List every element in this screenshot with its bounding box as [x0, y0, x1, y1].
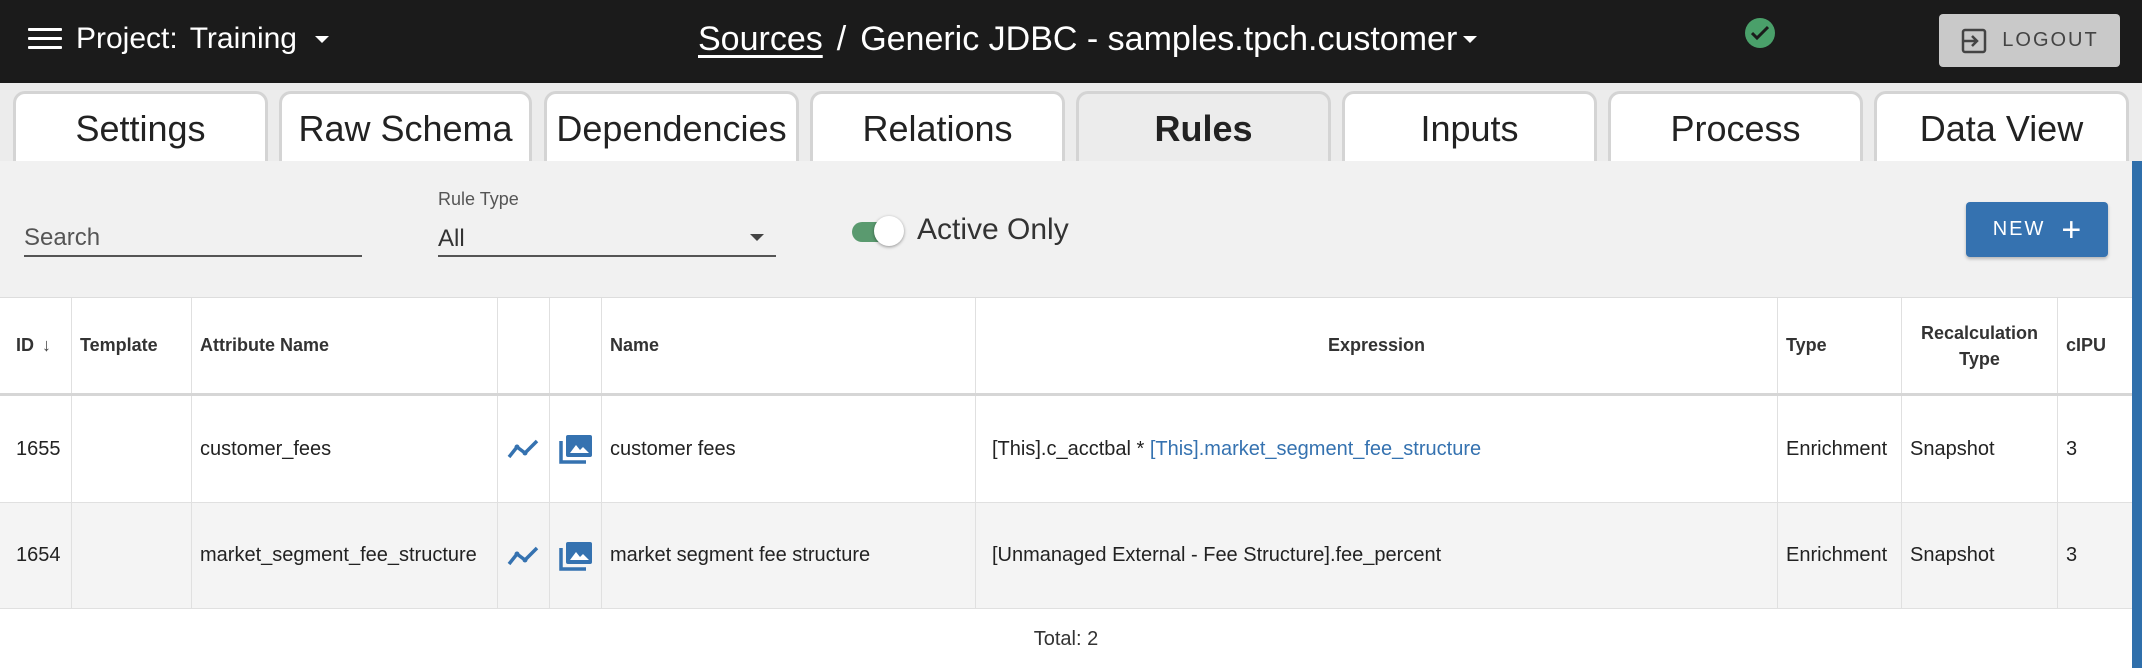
- logout-button[interactable]: LOGOUT: [1939, 14, 2120, 67]
- tab-inputs[interactable]: Inputs: [1342, 91, 1597, 163]
- table-total: Total: 2: [1033, 627, 1099, 650]
- table-header-row: ID ↓ Template Attribute Name Name Expres…: [0, 298, 2132, 396]
- vertical-scrollbar[interactable]: [2132, 161, 2142, 668]
- image-gallery-icon[interactable]: [550, 503, 602, 608]
- row-name: customer fees: [602, 396, 976, 502]
- tab-dependencies[interactable]: Dependencies: [544, 91, 799, 163]
- top-app-bar: Project: Training Sources / Generic JDBC…: [0, 0, 2142, 83]
- rules-table: ID ↓ Template Attribute Name Name Expres…: [0, 297, 2132, 668]
- dropdown-arrow-icon: [750, 234, 764, 241]
- row-type: Enrichment: [1778, 503, 1902, 608]
- row-type: Enrichment: [1778, 396, 1902, 502]
- expression-text: [This].c_acctbal *: [992, 437, 1150, 460]
- expression-text: [Unmanaged External - Fee Structure].fee…: [992, 544, 1442, 566]
- project-value: Training: [189, 22, 297, 55]
- table-row[interactable]: 1654 market_segment_fee_structure market…: [0, 503, 2132, 609]
- logout-icon: [1962, 28, 1987, 53]
- check-circle-icon: [1745, 18, 1775, 48]
- new-rule-button[interactable]: NEW +: [1966, 202, 2108, 257]
- tab-process[interactable]: Process: [1608, 91, 1863, 163]
- row-recalculation-type: Snapshot: [1902, 503, 2058, 608]
- rule-type-select[interactable]: All: [438, 219, 776, 257]
- row-expression: [Unmanaged External - Fee Structure].fee…: [976, 503, 1778, 608]
- row-cpu: 3: [2066, 544, 2078, 566]
- column-header-cpu[interactable]: cIPU: [2058, 298, 2132, 393]
- tab-bar: Settings Raw Schema Dependencies Relatio…: [0, 83, 2142, 163]
- trend-chart-icon[interactable]: [498, 503, 550, 608]
- active-only-label: Active Only: [917, 213, 1069, 246]
- row-expression: [This].c_acctbal * [This].market_segment…: [976, 396, 1778, 502]
- tab-rules[interactable]: Rules: [1076, 91, 1331, 163]
- expression-reference-link[interactable]: [This].market_segment_fee_structure: [1150, 438, 1481, 461]
- column-header-recalculation-type[interactable]: Recalculation Type: [1902, 298, 2058, 393]
- tab-settings[interactable]: Settings: [13, 91, 268, 163]
- row-recalculation-type: Snapshot: [1902, 396, 2058, 502]
- row-attribute-name: market_segment_fee_structure: [192, 503, 498, 608]
- table-row[interactable]: 1655 customer_fees customer fees [This].…: [0, 396, 2132, 503]
- row-template: [72, 396, 192, 502]
- project-selector[interactable]: Project: Training: [76, 22, 329, 56]
- rule-type-value: All: [438, 225, 465, 252]
- column-header-expression[interactable]: Expression: [976, 298, 1778, 393]
- column-header-id[interactable]: ID ↓: [0, 298, 72, 393]
- row-template: [72, 503, 192, 608]
- column-header-type[interactable]: Type: [1778, 298, 1902, 393]
- plus-icon: +: [2061, 210, 2082, 249]
- logout-label: LOGOUT: [2002, 29, 2099, 51]
- row-id: 1654: [0, 503, 72, 608]
- chevron-down-icon[interactable]: [1463, 36, 1478, 43]
- tab-raw-schema[interactable]: Raw Schema: [279, 91, 532, 163]
- rule-type-label: Rule Type: [438, 189, 519, 209]
- column-header-icon-2: [550, 298, 602, 393]
- search-input[interactable]: [24, 221, 362, 257]
- chevron-down-icon: [315, 35, 329, 43]
- column-header-name[interactable]: Name: [602, 298, 976, 393]
- row-cpu: 3: [2066, 437, 2078, 460]
- tab-relations[interactable]: Relations: [810, 91, 1065, 163]
- column-header-template[interactable]: Template: [72, 298, 192, 393]
- column-header-attribute-name[interactable]: Attribute Name: [192, 298, 498, 393]
- project-label: Project:: [76, 22, 178, 55]
- breadcrumb-separator: /: [836, 20, 847, 58]
- filter-bar: Rule Type All Active Only NEW +: [0, 161, 2132, 297]
- row-attribute-name: customer_fees: [192, 396, 498, 502]
- row-name: market segment fee structure: [602, 503, 976, 608]
- column-header-icon-1: [498, 298, 550, 393]
- new-label: NEW: [1992, 218, 2046, 240]
- trend-chart-icon[interactable]: [498, 396, 550, 502]
- hamburger-menu-icon[interactable]: [28, 28, 62, 54]
- source-title[interactable]: Generic JDBC - samples.tpch.customer: [860, 20, 1457, 59]
- active-only-toggle[interactable]: [850, 213, 906, 247]
- sort-descending-icon[interactable]: ↓: [42, 335, 51, 356]
- breadcrumb: Sources / Generic JDBC - samples.tpch.cu…: [698, 20, 1478, 59]
- tab-data-view[interactable]: Data View: [1874, 91, 2129, 163]
- image-gallery-icon[interactable]: [550, 396, 602, 502]
- row-id: 1655: [0, 396, 72, 502]
- id-header-label: ID: [16, 335, 34, 355]
- breadcrumb-sources-link[interactable]: Sources: [698, 20, 823, 59]
